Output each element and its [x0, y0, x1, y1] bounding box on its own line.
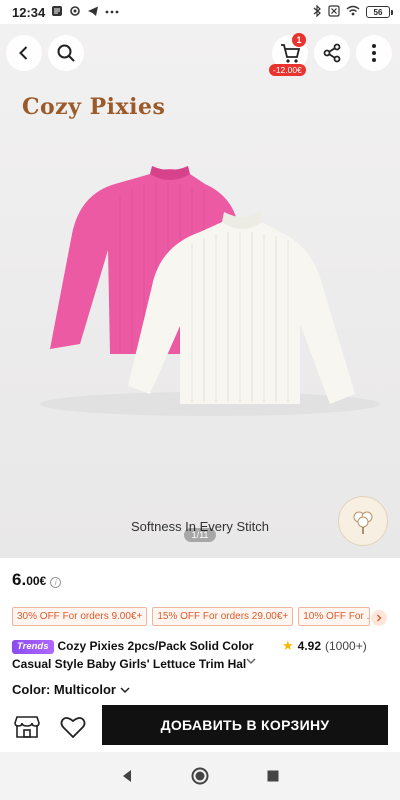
brand-logo: Cozy Pixies	[22, 94, 166, 120]
search-icon	[57, 44, 75, 62]
nav-home-button[interactable]	[185, 761, 215, 791]
cart-discount-badge: -12.00€	[269, 64, 306, 76]
rating-count: (1000+)	[325, 639, 367, 653]
circle-home-icon	[191, 767, 209, 785]
chevron-down-icon	[120, 686, 130, 693]
price-integer: 6.	[12, 570, 27, 589]
image-page-indicator: 1/11	[184, 528, 216, 542]
product-title[interactable]: Trends Cozy Pixies 2pcs/Pack Solid Color …	[12, 637, 274, 673]
price-decimal: 00€	[26, 574, 47, 588]
add-to-cart-button[interactable]: ДОБАВИТЬ В КОРЗИНУ	[102, 705, 388, 745]
color-selector[interactable]: Color: Multicolor	[12, 682, 130, 697]
share-button[interactable]	[314, 35, 350, 71]
product-page: 12:34 56 1 -12.00€ Cozy Pixies Softness …	[0, 0, 400, 800]
chevron-right-icon[interactable]	[371, 610, 387, 626]
bottom-action-bar: ДОБАВИТЬ В КОРЗИНУ	[0, 700, 400, 752]
star-icon: ★	[282, 638, 294, 653]
coupon-item[interactable]: 15% OFF For orders 29.00€+	[152, 607, 294, 626]
store-icon	[14, 716, 40, 738]
store-button[interactable]	[12, 712, 42, 742]
square-recents-icon	[267, 770, 279, 782]
message-icon	[51, 5, 63, 20]
cart-count-badge: 1	[292, 33, 306, 47]
status-right: 56	[312, 4, 393, 20]
nav-recents-button[interactable]	[258, 761, 288, 791]
telegram-icon	[87, 5, 99, 20]
back-button[interactable]	[6, 35, 42, 71]
more-vertical-icon	[372, 44, 376, 62]
product-image-gallery[interactable]: 1 -12.00€ Cozy Pixies Softness In Every …	[0, 24, 400, 558]
status-bar: 12:34 56	[0, 0, 400, 24]
chevron-down-icon[interactable]	[246, 656, 256, 668]
price: 6. 00€ i	[12, 570, 62, 590]
cotton-badge	[338, 496, 388, 546]
cart-button[interactable]: 1 -12.00€	[269, 33, 308, 76]
cotton-icon	[353, 511, 373, 534]
status-time: 12:34	[12, 4, 46, 20]
more-notifications-icon	[105, 7, 119, 18]
coupon-list[interactable]: 30% OFF For orders 9.00€+ 15% OFF For or…	[12, 607, 392, 627]
nav-back-button[interactable]	[112, 761, 142, 791]
color-label: Color: Multicolor	[12, 682, 116, 697]
bluetooth-icon	[312, 4, 322, 20]
wifi-icon	[346, 5, 360, 19]
battery-indicator: 56	[366, 6, 393, 18]
no-sim-icon	[328, 4, 340, 20]
settings-icon	[69, 5, 81, 20]
info-icon[interactable]: i	[50, 577, 62, 588]
wishlist-button[interactable]	[58, 712, 88, 742]
heart-icon	[60, 717, 86, 739]
status-left: 12:34	[12, 5, 119, 20]
share-icon	[323, 43, 341, 63]
search-button[interactable]	[48, 35, 84, 71]
coupon-item[interactable]: 10% OFF For ...	[298, 607, 371, 626]
android-nav-bar	[0, 752, 400, 800]
chevron-left-icon	[19, 46, 28, 60]
rating-value: 4.92	[297, 639, 322, 653]
trends-tag: Trends	[12, 640, 54, 654]
more-options-button[interactable]	[356, 35, 392, 71]
rating[interactable]: ★ 4.92 (1000+)	[282, 638, 367, 654]
coupon-item[interactable]: 30% OFF For orders 9.00€+	[12, 607, 148, 626]
triangle-back-icon	[122, 770, 131, 782]
